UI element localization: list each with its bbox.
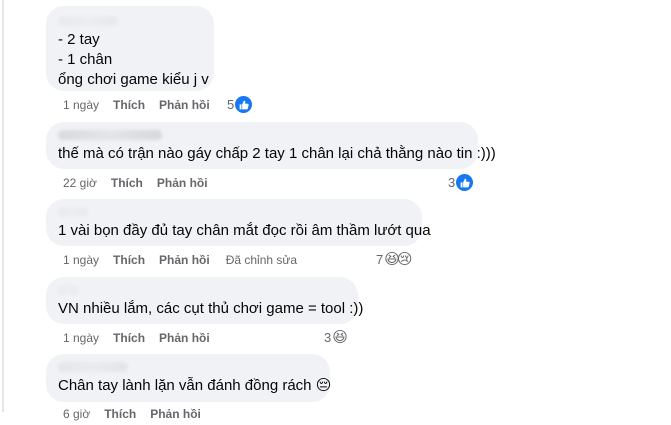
reaction-count: 7 <box>376 252 384 267</box>
comment-text-line: Chân tay lành lặn vẫn đánh đồng rách 😔 <box>58 377 332 394</box>
comment-bubble: - 2 tay - 1 chân ổng chơi game kiểu j v <box>46 6 214 91</box>
comment-bubble: VN nhiều lắm, các cụt thủ chơi game = to… <box>46 277 364 324</box>
comment-actions: 1 ngày Thích Phản hồi <box>63 331 224 345</box>
reply-button[interactable]: Phản hồi <box>159 98 210 112</box>
comment-text-line: ổng chơi game kiểu j v <box>58 71 209 88</box>
blurred-author-name <box>58 207 88 217</box>
comment-timestamp[interactable]: 6 giờ <box>63 407 90 421</box>
comment-bubble: Chân tay lành lặn vẫn đánh đồng rách 😔 <box>46 354 332 402</box>
reaction-count: 5 <box>227 97 235 112</box>
reaction-summary[interactable]: 5 <box>227 96 253 113</box>
like-button[interactable]: Thích <box>111 176 143 190</box>
reply-button[interactable]: Phản hồi <box>150 407 201 421</box>
comment-actions: 22 giờ Thích Phản hồi <box>63 176 222 190</box>
thread-connector-line <box>2 0 4 412</box>
like-button[interactable]: Thích <box>113 98 145 112</box>
like-button[interactable]: Thích <box>104 407 136 421</box>
comment-timestamp[interactable]: 22 giờ <box>63 176 97 190</box>
comment-text-line: - 1 chân <box>58 51 113 68</box>
reaction-summary[interactable]: 3 <box>448 174 474 191</box>
blurred-author-name <box>58 285 78 295</box>
reaction-summary[interactable]: 7 😆 😢 <box>376 251 413 268</box>
reaction-count: 3 <box>324 330 332 345</box>
like-button[interactable]: Thích <box>113 253 145 267</box>
comment-text-line: - 2 tay <box>58 31 100 48</box>
comment-timestamp[interactable]: 1 ngày <box>63 98 99 112</box>
grinning-squinting-emoji: 😆 <box>332 329 348 346</box>
comment-timestamp[interactable]: 1 ngày <box>63 253 99 267</box>
comment-thread: - 2 tay - 1 chân ổng chơi game kiểu j v … <box>0 0 671 425</box>
comment-bubble: 1 vài bọn đầy đủ tay chân mắt đọc rồi âm… <box>46 199 431 246</box>
comment-text-line: 1 vài bọn đầy đủ tay chân mắt đọc rồi âm… <box>58 222 431 239</box>
comment-timestamp[interactable]: 1 ngày <box>63 331 99 345</box>
reaction-summary[interactable]: 3 😆 <box>324 329 348 346</box>
comment-text-line: thế mà có trận nào gáy chấp 2 tay 1 chân… <box>58 145 496 162</box>
sad-tear-emoji: 😢 <box>396 251 413 268</box>
comment-actions: 1 ngày Thích Phản hồi Đã chỉnh sửa <box>63 253 297 267</box>
reply-button[interactable]: Phản hồi <box>159 253 210 267</box>
like-icon <box>456 174 474 191</box>
comment-bubble: thế mà có trận nào gáy chấp 2 tay 1 chân… <box>46 122 496 169</box>
like-icon <box>235 96 253 113</box>
blurred-author-name <box>58 362 128 372</box>
comment-actions: 6 giờ Thích Phản hồi <box>63 407 215 421</box>
blurred-author-name <box>58 130 162 140</box>
reaction-count: 3 <box>448 175 456 190</box>
blurred-author-name <box>58 16 118 26</box>
comment-actions: 1 ngày Thích Phản hồi <box>63 98 224 112</box>
edited-label: Đã chỉnh sửa <box>225 253 298 267</box>
like-button[interactable]: Thích <box>113 331 145 345</box>
reply-button[interactable]: Phản hồi <box>157 176 208 190</box>
reply-button[interactable]: Phản hồi <box>159 331 210 345</box>
comment-text-line: VN nhiều lắm, các cụt thủ chơi game = to… <box>58 300 364 317</box>
